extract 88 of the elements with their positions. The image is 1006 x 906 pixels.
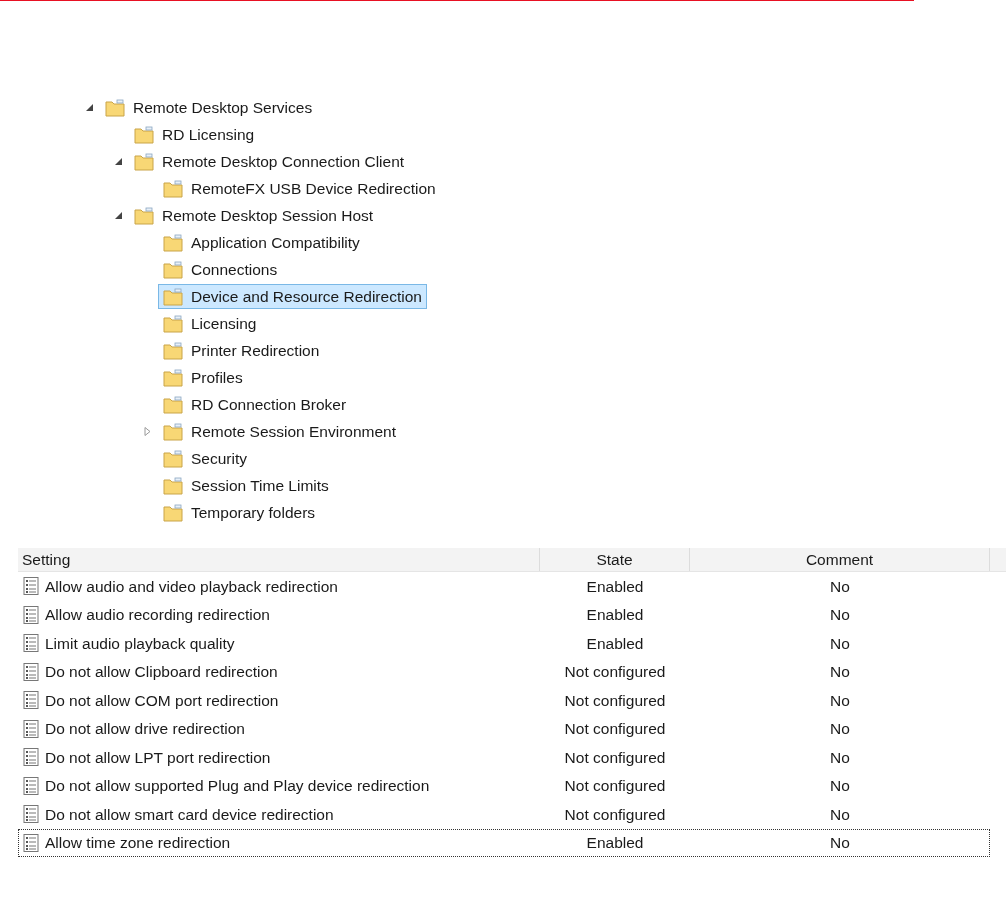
- setting-name: Do not allow COM port redirection: [45, 690, 279, 711]
- collapse-arrow-icon[interactable]: [84, 103, 94, 112]
- comment-text: No: [830, 747, 850, 768]
- folder-icon: [163, 395, 183, 414]
- tree-item[interactable]: Device and Resource Redirection: [158, 284, 427, 309]
- setting-name: Do not allow supported Plug and Play device redirection: [45, 776, 430, 797]
- folder-icon: [105, 98, 125, 117]
- column-header[interactable]: Comment: [690, 548, 990, 571]
- policy-setting-icon: [23, 748, 39, 767]
- table-row[interactable]: Do not allow drive redirection Not configured No: [18, 714, 990, 743]
- collapse-arrow-icon[interactable]: [113, 211, 123, 220]
- policy-setting-icon: [23, 719, 39, 738]
- policy-setting-icon: [23, 605, 39, 624]
- folder-icon: [163, 233, 183, 252]
- tree-item[interactable]: Licensing: [158, 311, 262, 336]
- policy-setting-icon: [23, 805, 39, 824]
- folder-icon: [163, 341, 183, 360]
- policy-setting-icon: [23, 577, 39, 596]
- state-text: Enabled: [586, 576, 644, 597]
- policy-setting-icon: [23, 691, 39, 710]
- tree-item[interactable]: Connections: [158, 257, 283, 282]
- folder-icon: [134, 152, 154, 171]
- setting-name: Do not allow smart card device redirection: [45, 804, 334, 825]
- comment-text: No: [830, 662, 850, 683]
- table-row[interactable]: Do not allow LPT port redirection Not configured No: [18, 743, 990, 772]
- policy-setting-icon: [23, 662, 39, 681]
- setting-name: Limit audio playback quality: [45, 633, 235, 654]
- tree-item[interactable]: Application Compatibility: [158, 230, 365, 255]
- tree-item[interactable]: Security: [158, 446, 252, 471]
- folder-icon: [163, 476, 183, 495]
- column-header[interactable]: State: [540, 548, 690, 571]
- tree-item[interactable]: Session Time Limits: [158, 473, 334, 498]
- state-text: Not configured: [564, 776, 666, 797]
- policy-setting-icon: [23, 634, 39, 653]
- folder-icon: [163, 449, 183, 468]
- tree-item[interactable]: Printer Redirection: [158, 338, 325, 363]
- folder-icon: [163, 260, 183, 279]
- folder-icon: [163, 368, 183, 387]
- state-text: Not configured: [564, 747, 666, 768]
- state-text: Enabled: [586, 633, 644, 654]
- table-row[interactable]: Limit audio playback quality Enabled No: [18, 629, 990, 658]
- setting-name: Do not allow drive redirection: [45, 719, 245, 740]
- table-row[interactable]: Allow time zone redirection Enabled No: [18, 828, 990, 857]
- table-row[interactable]: Do not allow supported Plug and Play device redirection Not configured No: [18, 771, 990, 800]
- tree-item[interactable]: Remote Desktop Services: [100, 95, 318, 120]
- table-row[interactable]: Do not allow Clipboard redirection Not configured No: [18, 657, 990, 686]
- state-text: Enabled: [586, 833, 644, 854]
- folder-icon: [163, 179, 183, 198]
- policy-setting-icon: [23, 833, 39, 852]
- folder-icon: [163, 422, 183, 441]
- tree-item[interactable]: Profiles: [158, 365, 248, 390]
- folder-icon: [163, 287, 183, 306]
- table-row[interactable]: Allow audio recording redirection Enabled No: [18, 600, 990, 629]
- folder-icon: [163, 503, 183, 522]
- tree-item[interactable]: RemoteFX USB Device Redirection: [158, 176, 441, 201]
- setting-name: Do not allow Clipboard redirection: [45, 662, 278, 683]
- comment-text: No: [830, 833, 850, 854]
- comment-text: No: [830, 576, 850, 597]
- comment-text: No: [830, 804, 850, 825]
- folder-icon: [163, 314, 183, 333]
- state-text: Not configured: [564, 804, 666, 825]
- setting-name: Allow audio recording redirection: [45, 605, 270, 626]
- state-text: Not configured: [564, 719, 666, 740]
- tree-item[interactable]: Remote Desktop Connection Client: [129, 149, 410, 174]
- comment-text: No: [830, 633, 850, 654]
- comment-text: No: [830, 605, 850, 626]
- folder-icon: [134, 125, 154, 144]
- setting-name: Allow audio and video playback redirection: [45, 576, 338, 597]
- table-row[interactable]: Do not allow COM port redirection Not configured No: [18, 686, 990, 715]
- tree-item[interactable]: Temporary folders: [158, 500, 321, 525]
- policy-setting-icon: [23, 776, 39, 795]
- table-row[interactable]: Allow audio and video playback redirection Enabled No: [18, 572, 990, 601]
- tree-item[interactable]: RD Connection Broker: [158, 392, 352, 417]
- setting-name: Do not allow LPT port redirection: [45, 747, 271, 768]
- column-header[interactable]: Setting: [18, 548, 540, 571]
- setting-name: Allow time zone redirection: [45, 833, 231, 854]
- tree-item[interactable]: Remote Session Environment: [158, 419, 402, 444]
- tree-item[interactable]: Remote Desktop Session Host: [129, 203, 379, 228]
- comment-text: No: [830, 776, 850, 797]
- table-row[interactable]: Do not allow smart card device redirection Not configured No: [18, 800, 990, 829]
- collapse-arrow-icon[interactable]: [113, 157, 123, 166]
- comment-text: No: [830, 690, 850, 711]
- folder-icon: [134, 206, 154, 225]
- state-text: Enabled: [586, 605, 644, 626]
- state-text: Not configured: [564, 690, 666, 711]
- tree-item[interactable]: RD Licensing: [129, 122, 260, 147]
- state-text: Not configured: [564, 662, 666, 683]
- comment-text: No: [830, 719, 850, 740]
